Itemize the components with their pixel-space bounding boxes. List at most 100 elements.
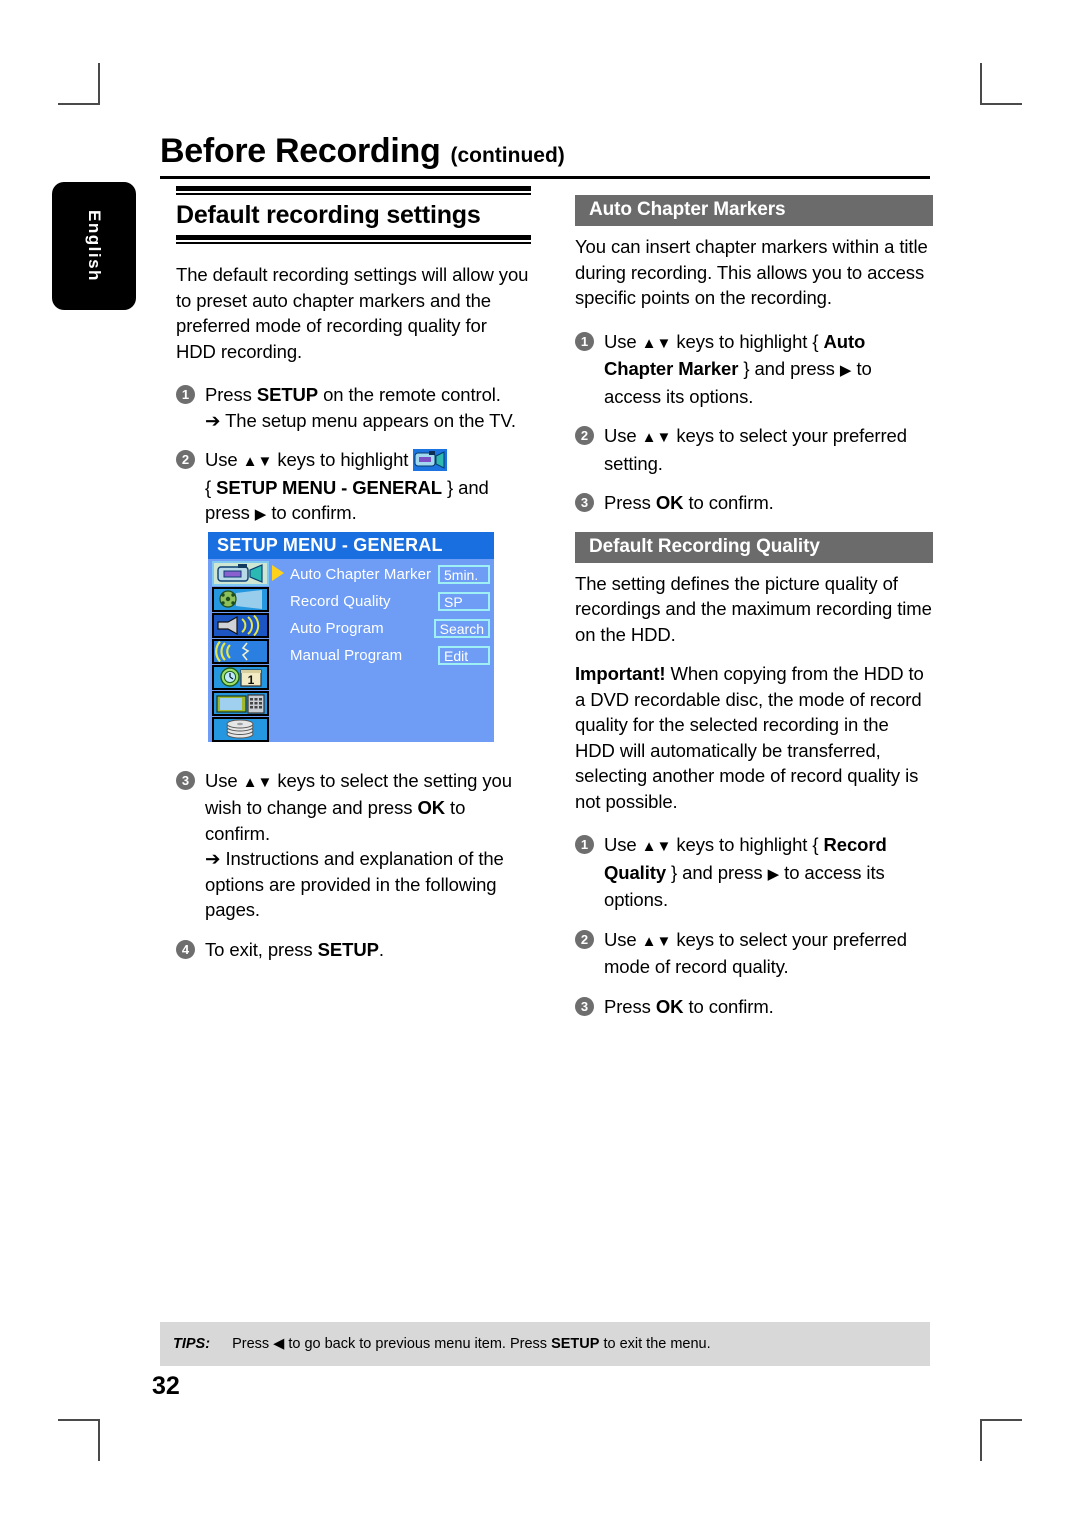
tv-setup-menu-screenshot: SETUP MENU - GENERAL 1 Auto Chapter Mark… — [208, 532, 494, 742]
disc-stack-icon[interactable] — [212, 717, 269, 742]
tips-bar: TIPS: Press ◀ to go back to previous men… — [160, 1322, 930, 1366]
camcorder-icon[interactable] — [212, 561, 269, 586]
step-number: 4 — [176, 939, 195, 959]
right-s2-step-3: 3 Press OK to confirm. — [575, 994, 933, 1020]
right-s2-step-2: 2 Use ▲▼ keys to select your preferred m… — [575, 927, 933, 980]
step-text-pre: Press — [604, 492, 656, 513]
clock-calendar-icon[interactable]: 1 — [212, 665, 269, 690]
step-text-mid: keys to highlight { — [671, 834, 824, 855]
right-s1-step-1: 1 Use ▲▼ keys to highlight { Auto Chapte… — [575, 329, 933, 410]
film-reel-icon[interactable] — [212, 587, 269, 612]
brace-open: { — [205, 476, 217, 498]
sound-waves-icon[interactable] — [212, 639, 269, 664]
step-text-pre: Use — [205, 449, 243, 470]
language-tab: English — [52, 182, 136, 310]
tv-menu-row-value[interactable]: Search — [433, 619, 490, 638]
tv-menu-row-manual-program[interactable]: Manual Program Edit — [290, 642, 490, 669]
step-substep: ➔ The setup menu appears on the TV. — [205, 409, 516, 431]
intro-paragraph: The default recording settings will allo… — [176, 264, 529, 362]
left-arrow-icon: ◀ — [273, 1336, 285, 1352]
step-text-mid: keys to highlight — [272, 449, 414, 470]
step-text-post: } and press — [666, 861, 768, 883]
step-text-post: to confirm. — [683, 492, 774, 513]
step-number: 3 — [575, 996, 594, 1016]
step-number: 3 — [575, 493, 594, 512]
heading-rule-thin-top — [176, 193, 531, 195]
tips-label: TIPS: — [173, 1336, 211, 1352]
tv-keypad-icon[interactable] — [212, 691, 269, 716]
brace-close: } and — [441, 476, 489, 498]
step-line-3: press ▶ to confirm. — [205, 500, 531, 528]
step-text-pre: Use — [205, 769, 243, 791]
step-text-pre: To exit, press — [205, 938, 318, 960]
updown-arrow-icon: ▲▼ — [641, 838, 672, 855]
speaker-icon[interactable] — [212, 613, 269, 638]
step-text-bold: OK — [655, 492, 684, 513]
right-column: Auto Chapter Markers You can insert chap… — [575, 195, 933, 1033]
tv-menu-row-label: Auto Chapter Marker — [290, 566, 432, 583]
right-arrow-icon: ▶ — [839, 362, 852, 379]
step-number: 2 — [575, 929, 594, 949]
step-text-pre: Use — [604, 330, 642, 352]
camcorder-icon — [413, 449, 448, 471]
tips-pre: Press — [232, 1336, 274, 1352]
left-step-4: 4 To exit, press SETUP. — [176, 937, 531, 963]
page-number: 32 — [152, 1372, 180, 1400]
step-number: 2 — [176, 450, 195, 469]
step-text-pre: Use — [604, 928, 642, 950]
step-text-pre: Use — [604, 425, 642, 446]
auto-chapter-markers-body: You can insert chapter markers within a … — [575, 236, 928, 308]
confirm-text: to confirm. — [266, 502, 357, 523]
tv-menu-title: SETUP MENU - GENERAL — [208, 532, 494, 559]
right-arrow-icon: ▶ — [254, 506, 267, 523]
step-line-2: { SETUP MENU - GENERAL } and — [205, 475, 531, 501]
important-text: When copying from the HDD to a DVD recor… — [575, 663, 924, 812]
right-s1-step-2: 2 Use ▲▼ keys to select your preferred s… — [575, 423, 933, 476]
page-title: Before Recording — [160, 132, 441, 170]
step-number: 3 — [176, 770, 195, 790]
left-step-3: 3 Use ▲▼ keys to select the setting you … — [176, 768, 531, 923]
tv-menu-row-value[interactable]: SP — [438, 592, 490, 611]
tv-menu-row-label: Manual Program — [290, 647, 403, 664]
page-title-continued: (continued) — [450, 144, 565, 167]
updown-arrow-icon: ▲▼ — [641, 334, 672, 352]
tv-menu-row-value[interactable]: Edit — [438, 646, 490, 665]
step-text-bold: OK — [417, 797, 445, 818]
right-arrow-icon: ▶ — [767, 865, 780, 883]
step-number: 1 — [575, 331, 594, 351]
svg-text:1: 1 — [248, 673, 255, 687]
step-number: 2 — [575, 426, 594, 445]
updown-arrow-icon: ▲▼ — [242, 773, 273, 791]
step-text-bold: SETUP — [317, 938, 379, 960]
important-label: Important! — [575, 663, 666, 684]
left-step-2: 2 Use ▲▼ keys to highlight { SETUP MENU … — [176, 447, 531, 528]
step-number: 1 — [575, 835, 594, 854]
tv-menu-rows: Auto Chapter Marker 5min. Record Quality… — [290, 561, 490, 669]
page-header: Before Recording (continued) — [160, 132, 930, 179]
tips-mid: to go back to previous menu item. Press — [284, 1336, 552, 1352]
tv-menu-row-record-quality[interactable]: Record Quality SP — [290, 588, 490, 615]
updown-arrow-icon: ▲▼ — [641, 932, 672, 950]
heading-rule-thin-bottom — [176, 242, 531, 244]
press-text: press — [205, 502, 255, 523]
right-s1-step-3: 3 Press OK to confirm. — [575, 490, 933, 516]
tips-text: Press ◀ to go back to previous menu item… — [232, 1336, 711, 1352]
tv-menu-row-label: Auto Program — [290, 620, 384, 637]
right-s2-step-1: 1 Use ▲▼ keys to highlight { Record Qual… — [575, 832, 933, 913]
step-text-mid: keys to highlight { — [671, 330, 824, 352]
step-substep: ➔ Instructions and explanation of the op… — [205, 848, 504, 920]
selection-caret-icon — [272, 565, 284, 581]
section-title: Default recording settings — [176, 201, 481, 229]
tv-menu-row-auto-program[interactable]: Auto Program Search — [290, 615, 490, 642]
tips-post: to exit the menu. — [599, 1336, 711, 1352]
step-text-bold: SETUP — [256, 384, 319, 405]
step-text-pre: Use — [604, 834, 642, 855]
section-band-auto-chapter-markers: Auto Chapter Markers — [575, 195, 933, 226]
important-note: Important! When copying from the HDD to … — [575, 661, 933, 814]
updown-arrow-icon: ▲▼ — [641, 429, 672, 446]
tv-menu-row-value[interactable]: 5min. — [438, 565, 490, 584]
default-recording-quality-body: The setting defines the picture quality … — [575, 572, 932, 645]
tv-menu-icon-column: 1 — [212, 561, 269, 743]
tv-menu-row-auto-chapter-marker[interactable]: Auto Chapter Marker 5min. — [290, 561, 490, 588]
menu-path-bold: SETUP MENU - GENERAL — [216, 476, 442, 498]
